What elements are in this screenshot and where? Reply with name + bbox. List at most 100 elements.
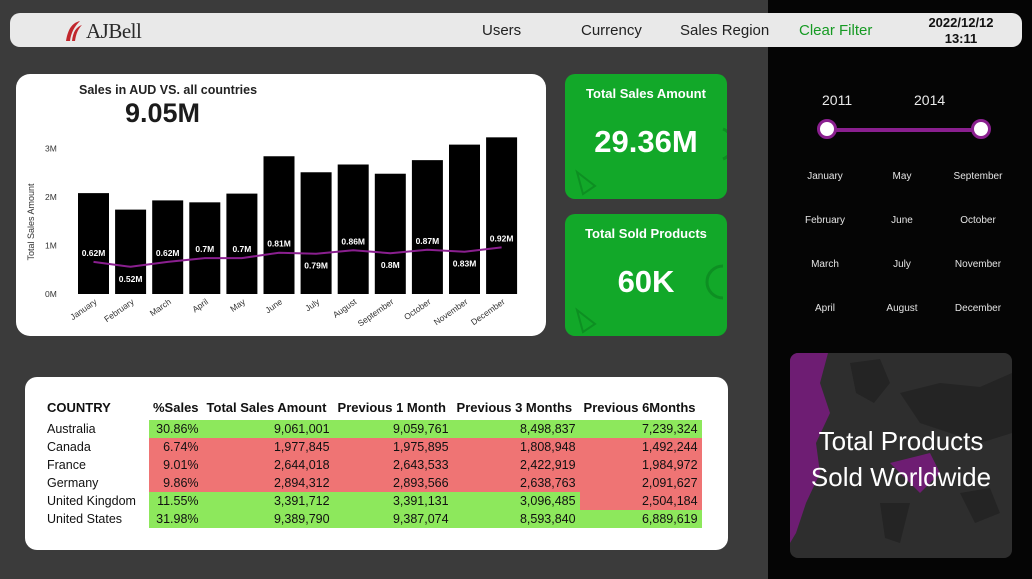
data-label: 0.8M xyxy=(381,260,400,270)
value-cell: 3,096,485 xyxy=(452,492,580,510)
current-time: 13:11 xyxy=(944,31,978,46)
month-option-february[interactable]: February xyxy=(790,215,860,226)
table-row[interactable]: United Kingdom 11.55% 3,391,712 3,391,131 3,… xyxy=(44,492,702,510)
sales-table-card: COUNTRY %Sales Total Sales Amount Previo… xyxy=(25,377,728,550)
bar-july[interactable] xyxy=(300,172,332,294)
month-option-november[interactable]: November xyxy=(943,259,1013,270)
country-cell: Germany xyxy=(47,476,99,490)
kpi-label: Total Sales Amount xyxy=(586,86,706,101)
month-option-december[interactable]: December xyxy=(943,303,1013,314)
table-row[interactable]: United States 31.98% 9,389,790 9,387,074 8,5… xyxy=(44,510,702,528)
bar-december[interactable] xyxy=(486,137,518,294)
column-header-pct-sales[interactable]: %Sales xyxy=(149,394,203,420)
year-start-handle[interactable] xyxy=(817,119,837,139)
column-header-prev-6-months[interactable]: Previous 6Months xyxy=(580,394,702,420)
map-caption: Total Products Sold Worldwide xyxy=(790,423,1012,495)
data-label: 0.62M xyxy=(82,248,106,258)
x-tick-label: August xyxy=(331,296,359,320)
value-cell: 2,638,763 xyxy=(452,474,580,492)
ajbell-logo-icon xyxy=(66,21,82,41)
table-row[interactable]: Australia 30.86% 9,061,001 9,059,761 8,498,8… xyxy=(44,420,702,438)
country-cell: Australia xyxy=(47,422,96,436)
x-tick-label: April xyxy=(190,296,210,314)
bar-june[interactable] xyxy=(263,156,295,294)
sales-by-country-table: COUNTRY %Sales Total Sales Amount Previo… xyxy=(44,394,702,528)
value-cell: 1,975,895 xyxy=(333,438,453,456)
bar-september[interactable] xyxy=(374,173,406,294)
chart-headline-value: 9.05M xyxy=(125,98,201,128)
bar-august[interactable] xyxy=(337,164,369,294)
bar-october[interactable] xyxy=(411,160,443,294)
value-cell: 9,389,790 xyxy=(202,510,334,528)
value-cell: 3,391,131 xyxy=(333,492,453,510)
month-option-september[interactable]: September xyxy=(943,171,1013,182)
value-cell: 1,808,948 xyxy=(452,438,580,456)
clear-filter-button[interactable]: Clear Filter xyxy=(799,22,872,39)
kpi-total-sold-products[interactable]: Total Sold Products 60K xyxy=(565,214,727,336)
datetime: 2022/12/12 13:11 xyxy=(906,15,1016,47)
column-header-prev-1-month[interactable]: Previous 1 Month xyxy=(334,394,453,420)
x-tick-label: February xyxy=(102,296,136,324)
month-option-june[interactable]: June xyxy=(867,215,937,226)
value-cell: 2,422,919 xyxy=(452,456,580,474)
month-option-october[interactable]: October xyxy=(943,215,1013,226)
x-tick-label: November xyxy=(432,296,470,327)
value-cell: 1,984,972 xyxy=(579,456,702,474)
value-cell: 1,492,244 xyxy=(579,438,702,456)
month-option-july[interactable]: July xyxy=(867,259,937,270)
table-row[interactable]: Germany 9.86% 2,894,312 2,893,566 2,638,763 2… xyxy=(44,474,702,492)
chart-title: Sales in AUD VS. all countries xyxy=(79,83,258,97)
map-caption-line2: Sold Worldwide xyxy=(810,462,992,492)
month-option-august[interactable]: August xyxy=(867,303,937,314)
nav-sales-region[interactable]: Sales Region xyxy=(680,22,769,39)
logo: AJBell xyxy=(62,18,142,44)
country-cell: Canada xyxy=(47,440,91,454)
table-header-row: COUNTRY %Sales Total Sales Amount Previo… xyxy=(44,394,702,420)
value-cell: 9,387,074 xyxy=(333,510,453,528)
column-header-country[interactable]: COUNTRY xyxy=(44,394,149,420)
worldwide-map-tile[interactable]: Total Products Sold Worldwide xyxy=(790,353,1012,558)
data-label: 0.7M xyxy=(195,244,214,254)
value-cell: 2,643,533 xyxy=(333,456,453,474)
year-range-track[interactable] xyxy=(826,128,982,132)
value-cell: 9.86% xyxy=(149,474,203,492)
column-header-total-sales[interactable]: Total Sales Amount xyxy=(203,394,334,420)
country-cell: United Kingdom xyxy=(47,494,136,508)
kpi-value: 60K xyxy=(617,264,675,299)
y-tick-label: 0M xyxy=(45,289,57,299)
month-option-may[interactable]: May xyxy=(867,171,937,182)
sales-chart-card: Total Sales Amount 0M 1M 2M 3M 0.62M 0.52M 0.62… xyxy=(16,74,546,336)
column-header-prev-3-months[interactable]: Previous 3 Months xyxy=(453,394,580,420)
value-cell: 2,091,627 xyxy=(579,474,702,492)
bar-november[interactable] xyxy=(449,144,480,294)
sales-chart[interactable]: Total Sales Amount 0M 1M 2M 3M 0.62M 0.52M 0.62… xyxy=(16,74,546,336)
kpi-total-sales-amount[interactable]: Total Sales Amount 29.36M xyxy=(565,74,727,199)
value-cell: 8,593,840 xyxy=(452,510,580,528)
table-row[interactable]: France 9.01% 2,644,018 2,643,533 2,422,919 1,… xyxy=(44,456,702,474)
map-caption-line1: Total Products xyxy=(818,426,984,456)
data-label: 0.87M xyxy=(416,236,440,246)
value-cell: 11.55% xyxy=(149,492,203,510)
value-cell: 2,644,018 xyxy=(202,456,334,474)
year-end-handle[interactable] xyxy=(971,119,991,139)
value-cell: 7,239,324 xyxy=(579,420,702,438)
table-row[interactable]: Canada 6.74% 1,977,845 1,975,895 1,808,948 1,… xyxy=(44,438,702,456)
country-cell: France xyxy=(47,458,86,472)
month-option-march[interactable]: March xyxy=(790,259,860,270)
x-tick-label: July xyxy=(303,296,322,313)
year-end-label: 2014 xyxy=(914,92,946,108)
value-cell: 31.98% xyxy=(149,510,203,528)
month-option-april[interactable]: April xyxy=(790,303,860,314)
value-cell: 9,059,761 xyxy=(333,420,453,438)
data-label: 0.83M xyxy=(453,259,477,269)
value-cell: 9,061,001 xyxy=(202,420,334,438)
data-label: 0.86M xyxy=(341,236,365,246)
value-cell: 3,391,712 xyxy=(202,492,334,510)
bar-january[interactable] xyxy=(78,193,109,294)
nav-users[interactable]: Users xyxy=(482,22,521,39)
value-cell: 6,889,619 xyxy=(579,510,702,528)
data-label: 0.7M xyxy=(232,244,251,254)
month-option-january[interactable]: January xyxy=(790,171,860,182)
data-label: 0.62M xyxy=(156,248,180,258)
nav-currency[interactable]: Currency xyxy=(581,22,642,39)
